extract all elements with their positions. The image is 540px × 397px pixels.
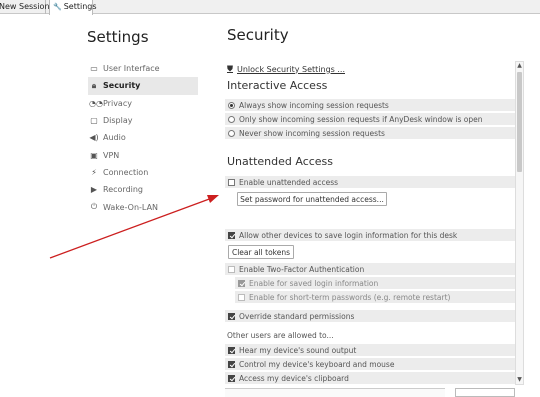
allow-save-login-checkbox-row[interactable]: Allow other devices to save login inform… (225, 229, 515, 241)
radio-button[interactable] (228, 115, 235, 123)
settings-title: Settings (87, 28, 149, 46)
sidebar-item-label: VPN (103, 150, 120, 160)
checkbox[interactable] (228, 231, 235, 239)
sidebar: ▭ User Interface 🔒︎ Security ◔◔ Privacy ▢ Di… (88, 60, 198, 216)
radio-only-show-if-open[interactable]: Only show incoming session requests if A… (225, 113, 515, 125)
enable-unattended-checkbox-row[interactable]: Enable unattended access (225, 176, 515, 188)
sidebar-item-recording[interactable]: ▶ Recording (88, 181, 198, 198)
permission-sound-checkbox-row[interactable]: Hear my device's sound output (225, 344, 515, 356)
checkbox[interactable] (228, 374, 235, 382)
shield-icon: ⛊ (227, 64, 233, 73)
sidebar-item-vpn[interactable]: ▣ VPN (88, 146, 198, 163)
record-icon: ▶ (90, 185, 98, 195)
arrow-head (207, 195, 219, 203)
radio-button[interactable] (228, 129, 235, 137)
scrollbar[interactable]: ▲ ▼ (515, 61, 524, 385)
checkbox[interactable] (228, 265, 235, 273)
radio-label: Always show incoming session requests (239, 100, 389, 110)
sidebar-item-wake-on-lan[interactable]: ⏻ Wake-On-LAN (88, 198, 198, 215)
checkbox[interactable] (228, 346, 235, 354)
two-factor-checkbox-row[interactable]: Enable Two-Factor Authentication (225, 263, 515, 275)
display-icon: ▢ (90, 116, 98, 126)
page-title: Security (227, 26, 289, 44)
bottom-divider (225, 388, 445, 397)
tab-settings-label: Settings (63, 2, 97, 11)
bottom-button[interactable] (455, 388, 515, 397)
sidebar-item-label: Security (103, 81, 141, 91)
checkbox-label: Control my device's keyboard and mouse (239, 359, 395, 369)
sidebar-item-privacy[interactable]: ◔◔ Privacy (88, 95, 198, 112)
sidebar-item-label: User Interface (103, 64, 160, 74)
radio-label: Never show incoming session requests (239, 128, 385, 138)
permissions-heading: Other users are allowed to... (227, 331, 334, 340)
checkbox[interactable] (228, 360, 235, 368)
checkbox-label: Allow other devices to save login inform… (239, 230, 458, 240)
checkbox[interactable] (228, 312, 235, 320)
sidebar-item-security[interactable]: 🔒︎ Security (88, 77, 198, 95)
wrench-icon: 🔧 (53, 3, 62, 11)
radio-button[interactable] (228, 101, 235, 109)
checkbox-label: Access my device's clipboard (239, 373, 349, 383)
sidebar-item-label: Privacy (103, 98, 132, 108)
permission-clipboard-checkbox-row[interactable]: Access my device's clipboard (225, 372, 515, 384)
checkbox-label: Enable Two-Factor Authentication (239, 264, 365, 274)
scroll-up-icon[interactable]: ▲ (516, 62, 523, 70)
sidebar-item-label: Connection (103, 167, 149, 177)
clear-tokens-button[interactable]: Clear all tokens (228, 245, 294, 259)
tab-new-session[interactable]: New Session (0, 0, 50, 14)
sidebar-item-label: Display (103, 116, 133, 126)
vpn-icon: ▣ (90, 150, 98, 160)
sidebar-item-label: Wake-On-LAN (103, 202, 159, 212)
tab-bar: New Session 🔧 Settings (0, 0, 540, 15)
checkbox-label: Hear my device's sound output (239, 345, 357, 355)
short-term-checkbox-row[interactable]: Enable for short-term passwords (e.g. re… (235, 291, 515, 303)
override-permissions-checkbox-row[interactable]: Override standard permissions (225, 310, 515, 322)
permission-keyboard-mouse-checkbox-row[interactable]: Control my device's keyboard and mouse (225, 358, 515, 370)
interactive-access-title: Interactive Access (227, 79, 328, 92)
scroll-down-icon[interactable]: ▼ (516, 376, 523, 384)
speaker-icon: ◀) (89, 133, 99, 143)
sidebar-item-label: Audio (103, 133, 126, 143)
checkbox-label: Enable unattended access (239, 177, 339, 187)
sidebar-item-label: Recording (103, 185, 144, 195)
sidebar-item-display[interactable]: ▢ Display (88, 112, 198, 129)
checkbox[interactable] (228, 178, 235, 186)
checkbox-label: Enable for short-term passwords (e.g. re… (249, 292, 451, 302)
radio-never-show[interactable]: Never show incoming session requests (225, 127, 515, 139)
unlock-security-label: Unlock Security Settings ... (237, 64, 345, 74)
scrollbar-thumb[interactable] (517, 72, 522, 172)
privacy-icon: ◔◔ (89, 98, 103, 108)
saved-login-checkbox-row[interactable]: Enable for saved login information (235, 277, 515, 289)
checkbox[interactable] (238, 279, 245, 287)
tab-new-session-label: New Session (0, 2, 50, 11)
unattended-access-title: Unattended Access (227, 155, 334, 168)
lock-icon: 🔒︎ (91, 80, 97, 90)
sidebar-item-audio[interactable]: ◀) Audio (88, 129, 198, 146)
set-password-button[interactable]: Set password for unattended access... (237, 192, 387, 206)
checkbox-label: Override standard permissions (239, 311, 355, 321)
radio-label: Only show incoming session requests if A… (239, 114, 483, 124)
ui-icon: ▭ (90, 64, 98, 74)
power-icon: ⏻ (90, 202, 98, 212)
connection-icon: ⚡︎ (91, 167, 97, 177)
checkbox-label: Enable for saved login information (249, 278, 379, 288)
tab-settings[interactable]: 🔧 Settings (49, 0, 97, 15)
unlock-security-link[interactable]: ⛊ Unlock Security Settings ... (227, 64, 345, 74)
radio-always-show[interactable]: Always show incoming session requests (225, 99, 515, 111)
sidebar-item-user-interface[interactable]: ▭ User Interface (88, 60, 198, 77)
sidebar-item-connection[interactable]: ⚡︎ Connection (88, 164, 198, 181)
checkbox[interactable] (238, 293, 245, 301)
